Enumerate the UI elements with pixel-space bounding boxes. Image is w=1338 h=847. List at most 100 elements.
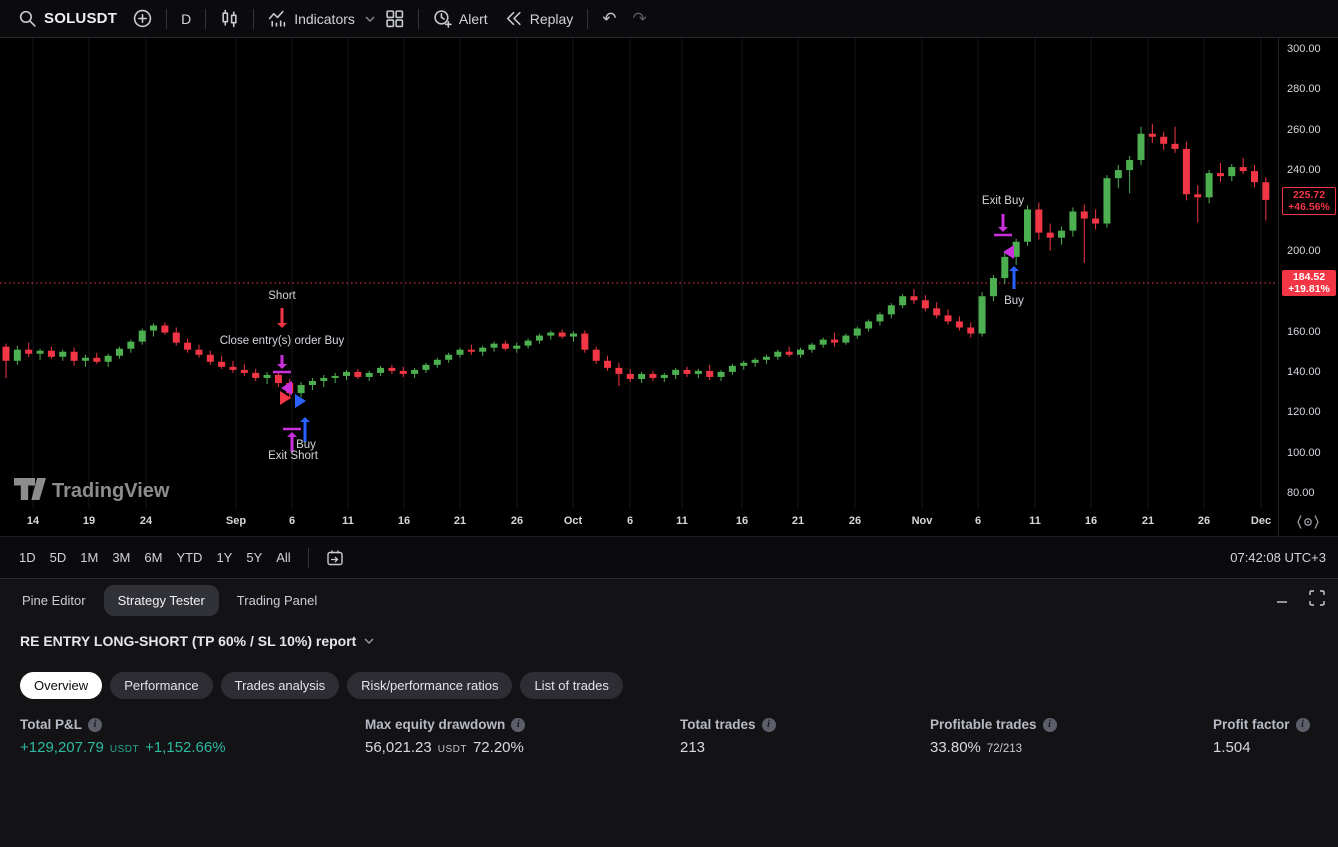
info-icon[interactable]: i	[88, 718, 102, 732]
toolbar-divider	[418, 9, 419, 29]
stat-value: +129,207.79	[20, 739, 104, 756]
report-pill-trades-analysis[interactable]: Trades analysis	[221, 672, 340, 699]
price-tick-label: 160.00	[1287, 326, 1321, 338]
report-pill-risk-performance-ratios[interactable]: Risk/performance ratios	[347, 672, 512, 699]
candle-body	[93, 358, 100, 362]
indicator-templates-chevron[interactable]	[363, 4, 377, 34]
candle-body	[752, 360, 759, 363]
range-button-all[interactable]: All	[269, 546, 297, 569]
time-tick-label: 6	[289, 515, 295, 527]
report-section-pills: Overview Performance Trades analysis Risk/p…	[20, 672, 623, 699]
candle-body	[275, 375, 282, 383]
candle-body	[230, 367, 237, 370]
candle-body	[1172, 144, 1179, 149]
time-tick-label: 11	[1029, 515, 1041, 527]
timezone-clock[interactable]: 07:42:08 UTC+3	[1230, 550, 1326, 565]
toolbar-divider	[587, 9, 588, 29]
chart-type-button[interactable]	[212, 4, 247, 34]
symbol-name: SOLUSDT	[44, 10, 117, 27]
report-pill-overview[interactable]: Overview	[20, 672, 102, 699]
replay-button[interactable]: Replay	[496, 4, 582, 34]
plus-circle-icon	[133, 9, 152, 28]
candle-body	[161, 325, 168, 332]
range-button-1y[interactable]: 1Y	[209, 546, 239, 569]
alert-button[interactable]: Alert	[425, 4, 496, 34]
candle-body	[1058, 231, 1065, 238]
redo-button[interactable]: ↷	[625, 4, 655, 34]
price-axis[interactable]: 300.00280.00260.00240.00200.00160.00140.…	[1278, 38, 1338, 536]
candle-body	[1081, 211, 1088, 218]
info-icon[interactable]: i	[511, 718, 525, 732]
info-icon[interactable]: i	[1296, 718, 1310, 732]
candle-body	[1115, 170, 1122, 178]
candle-body	[1240, 167, 1247, 171]
candle-body	[105, 356, 112, 362]
undo-button[interactable]: ↶	[594, 4, 624, 34]
candle-body	[831, 340, 838, 343]
time-tick-label: 21	[792, 515, 804, 527]
panel-tab-strategy-tester[interactable]: Strategy Tester	[104, 585, 219, 616]
candle-body	[37, 351, 44, 354]
main-chart-area[interactable]: TradingViewShortClose entry(s) order Buy…	[0, 38, 1278, 508]
candle-body	[559, 333, 566, 337]
range-button-6m[interactable]: 6M	[137, 546, 169, 569]
info-icon[interactable]: i	[762, 718, 776, 732]
symbol-search-button[interactable]: SOLUSDT	[10, 4, 125, 34]
stat-label: Total trades	[680, 717, 756, 732]
search-icon	[18, 9, 37, 28]
alert-label: Alert	[459, 11, 488, 27]
time-tick-label: 21	[454, 515, 466, 527]
candle-body	[706, 371, 713, 377]
candle-body	[536, 336, 543, 341]
trade-marker-triangle	[295, 394, 306, 408]
candle-body	[298, 385, 305, 393]
candle-body	[604, 361, 611, 368]
candle-body	[502, 344, 509, 349]
marker-arrow-head	[287, 432, 297, 437]
candle-body	[638, 374, 645, 379]
minimize-panel-icon[interactable]	[1274, 590, 1290, 606]
report-pill-performance[interactable]: Performance	[110, 672, 212, 699]
chevron-down-icon	[364, 638, 374, 644]
candle-body	[956, 321, 963, 327]
candle-body	[1149, 134, 1156, 137]
candle-body	[774, 352, 781, 357]
range-button-ytd[interactable]: YTD	[169, 546, 209, 569]
candle-body	[820, 340, 827, 345]
trade-marker-label: Exit Short	[268, 450, 319, 462]
candle-body	[468, 350, 475, 352]
range-button-5y[interactable]: 5Y	[239, 546, 269, 569]
maximize-panel-icon[interactable]	[1308, 589, 1326, 607]
layout-grid-button[interactable]	[377, 4, 412, 34]
report-title-row[interactable]: RE ENTRY LONG-SHORT (TP 60% / SL 10%) re…	[20, 633, 374, 649]
panel-tab-trading-panel[interactable]: Trading Panel	[223, 585, 331, 616]
scale-settings-icon[interactable]	[1295, 512, 1321, 532]
candle-body	[1024, 209, 1031, 241]
time-tick-label: 16	[398, 515, 410, 527]
report-pill-list-of-trades[interactable]: List of trades	[520, 672, 622, 699]
info-icon[interactable]: i	[1043, 718, 1057, 732]
candle-body	[570, 334, 577, 337]
candle-body	[513, 346, 520, 349]
range-button-1d[interactable]: 1D	[12, 546, 43, 569]
candle-body	[1047, 233, 1054, 238]
range-button-3m[interactable]: 3M	[105, 546, 137, 569]
panel-tab-pine-editor[interactable]: Pine Editor	[8, 585, 100, 616]
range-button-5d[interactable]: 5D	[43, 546, 74, 569]
range-button-1m[interactable]: 1M	[73, 546, 105, 569]
price-tick-label: 280.00	[1287, 83, 1321, 95]
overview-stats: Total P&Li+129,207.79USDT+1,152.66%Max e…	[0, 717, 1338, 773]
candle-body	[127, 342, 134, 349]
compare-add-button[interactable]	[125, 4, 160, 34]
time-tick-label: 26	[511, 515, 523, 527]
stat-extra: +1,152.66%	[145, 739, 226, 756]
candle-body	[218, 362, 225, 367]
candle-body	[808, 345, 815, 350]
interval-button[interactable]: D	[173, 4, 199, 34]
indicators-button[interactable]: Indicators	[260, 4, 363, 34]
go-to-date-button[interactable]	[319, 545, 351, 571]
candle-body	[967, 328, 974, 334]
time-axis[interactable]: 141924Sep611162126Oct611162126Nov6111621…	[0, 508, 1278, 536]
candle-body	[59, 352, 66, 357]
candle-body	[945, 315, 952, 321]
